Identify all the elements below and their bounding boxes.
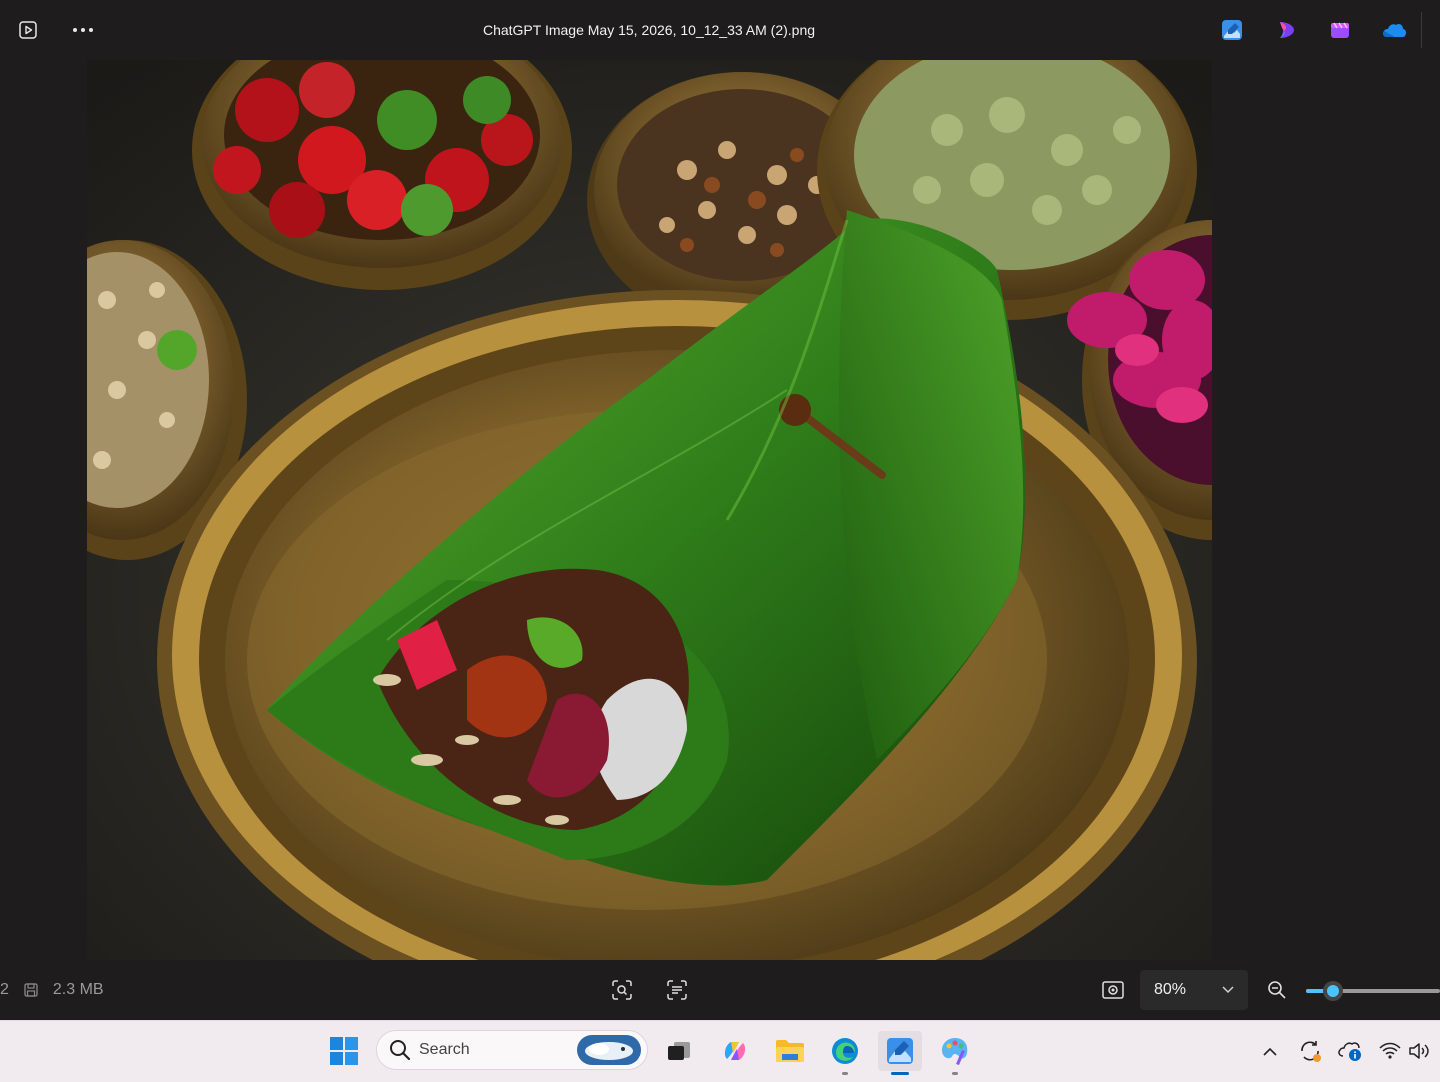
visual-search-icon [612, 980, 632, 1000]
paint-running-indicator [952, 1072, 958, 1075]
search-highlight-icon [577, 1035, 641, 1065]
onedrive-status-button[interactable] [1335, 1031, 1365, 1071]
copilot-button[interactable] [713, 1031, 757, 1071]
windows-logo-icon [330, 1037, 358, 1065]
image-index: 2 [0, 981, 9, 998]
photo[interactable] [87, 60, 1212, 960]
search-label: Search [419, 1041, 470, 1058]
folder-icon [776, 1040, 804, 1062]
fit-to-window-button[interactable] [1097, 974, 1129, 1006]
zoom-value: 80% [1154, 981, 1187, 998]
wifi-button[interactable] [1375, 1031, 1405, 1071]
text-scan-button[interactable] [661, 974, 693, 1006]
bottom-toolbar: 2 2.3 MB 80% [0, 960, 1440, 1020]
visual-search-button[interactable] [606, 974, 638, 1006]
edge-running-indicator [842, 1072, 848, 1075]
search-icon [390, 1040, 411, 1061]
designer-button[interactable] [1324, 14, 1356, 46]
file-size: 2.3 MB [52, 981, 104, 998]
chevron-down-icon [1222, 986, 1234, 994]
clipchamp-icon [1280, 22, 1294, 38]
taskbar: Search [0, 1020, 1440, 1082]
copilot-icon [724, 1042, 746, 1060]
start-button[interactable] [322, 1031, 366, 1071]
titlebar-divider [1421, 12, 1422, 48]
task-view-button[interactable] [657, 1031, 701, 1071]
wifi-icon [1379, 1042, 1401, 1059]
title-bar: ChatGPT Image May 15, 2026, 10_12_33 AM … [0, 0, 1440, 60]
chevron-up-icon [1263, 1047, 1277, 1056]
text-scan-icon [667, 980, 687, 1000]
zoom-slider[interactable] [1306, 981, 1440, 1001]
cloud-info-icon [1338, 1042, 1361, 1061]
file-info: 2 2.3 MB [0, 960, 104, 1020]
taskbar-search[interactable]: Search [376, 1030, 648, 1070]
image-viewer [0, 60, 1440, 960]
edge-icon [832, 1038, 858, 1064]
photos-edit-button[interactable] [1216, 14, 1248, 46]
photos-running-indicator [891, 1072, 909, 1075]
window-title: ChatGPT Image May 15, 2026, 10_12_33 AM … [482, 22, 816, 38]
clipchamp-button[interactable] [1270, 14, 1302, 46]
fit-window-icon [1102, 981, 1124, 999]
volume-button[interactable] [1405, 1031, 1435, 1071]
zoom-slider-thumb[interactable] [1323, 981, 1343, 1001]
paint-button[interactable] [933, 1031, 977, 1075]
app-shortcuts [1216, 14, 1410, 46]
show-hidden-icons-button[interactable] [1255, 1031, 1285, 1071]
paint-icon [942, 1038, 968, 1065]
sync-status-button[interactable] [1295, 1031, 1325, 1071]
photos-icon [887, 1038, 913, 1064]
zoom-dropdown[interactable]: 80% [1140, 970, 1248, 1010]
photo-image [87, 60, 1212, 960]
file-explorer-button[interactable] [768, 1031, 812, 1071]
sync-icon [1301, 1041, 1321, 1062]
photos-edit-icon [1222, 20, 1242, 40]
designer-icon [1331, 22, 1349, 38]
onedrive-icon [1383, 24, 1407, 37]
task-view-icon [668, 1042, 690, 1060]
photos-button[interactable] [878, 1031, 922, 1075]
onedrive-button[interactable] [1378, 14, 1410, 46]
edge-button[interactable] [823, 1031, 867, 1075]
zoom-out-button[interactable] [1261, 974, 1293, 1006]
zoom-out-icon [1268, 981, 1286, 999]
save-icon [24, 983, 38, 997]
volume-icon [1409, 1043, 1429, 1059]
